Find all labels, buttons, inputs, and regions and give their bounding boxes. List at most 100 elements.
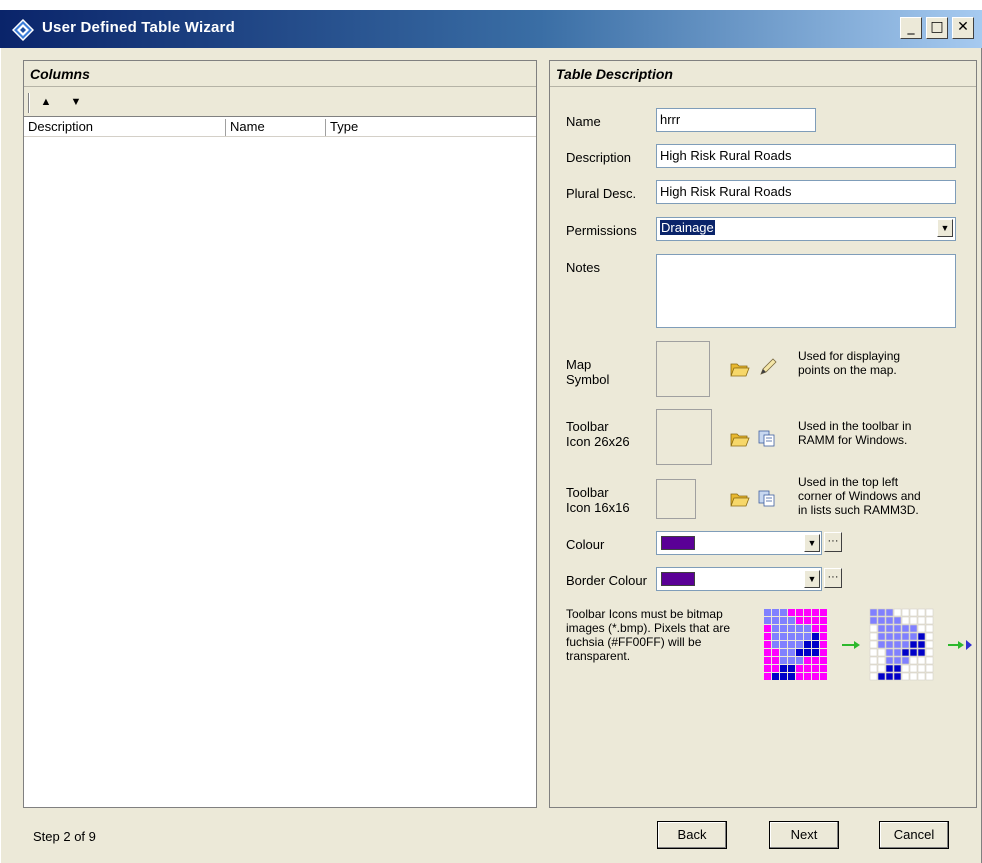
- close-button[interactable]: ✕: [952, 17, 974, 39]
- move-up-button[interactable]: ▲: [38, 94, 54, 110]
- bitmap-pixel: [780, 633, 787, 640]
- bitmap-pixel: [796, 673, 803, 680]
- columns-list[interactable]: [24, 138, 536, 807]
- paste-icon[interactable]: [758, 429, 776, 447]
- icon16-preview[interactable]: [656, 479, 696, 519]
- bitmap-pixel: [804, 633, 811, 640]
- icon16-hint-line3: in lists such RAMM3D.: [798, 503, 919, 517]
- permissions-dropdown-button[interactable]: ▼: [937, 219, 953, 237]
- bitmap-pixel: [812, 617, 819, 624]
- bitmap-pixel: [796, 625, 803, 632]
- paste-icon[interactable]: [758, 489, 776, 507]
- bitmap-pixel: [820, 641, 827, 648]
- name-label: Name: [566, 114, 601, 129]
- bitmap-pixel: [909, 672, 918, 681]
- bitmap-pixel: [909, 648, 918, 657]
- bitmap-pixel: [893, 664, 902, 673]
- bitmap-pixel: [877, 616, 886, 625]
- bitmap-info-line1: Toolbar Icons must be bitmap: [566, 607, 723, 621]
- bitmap-pixel: [764, 673, 771, 680]
- colour-dropdown-button[interactable]: ▼: [804, 534, 820, 552]
- transparency-example-diagram: [764, 608, 972, 681]
- plural-desc-input[interactable]: High Risk Rural Roads: [656, 180, 956, 204]
- bitmap-pixel: [869, 656, 878, 665]
- wizard-body: Columns ▲ ▼ Description Name Type Table …: [0, 48, 982, 863]
- permissions-select[interactable]: Drainage: [656, 217, 956, 241]
- columns-toolbar: ▲ ▼: [24, 87, 536, 117]
- back-button[interactable]: Back: [657, 821, 727, 849]
- notes-input[interactable]: [656, 254, 956, 328]
- bitmap-pixel: [772, 617, 779, 624]
- next-button-label: Next: [790, 827, 818, 842]
- minimize-button[interactable]: _: [900, 17, 922, 39]
- description-label: Description: [566, 150, 632, 165]
- permissions-label: Permissions: [566, 223, 637, 238]
- border-colour-dropdown-button[interactable]: ▼: [804, 570, 820, 588]
- map-symbol-hint: Used for displaying points on the map.: [798, 349, 900, 377]
- bitmap-pixel: [772, 649, 779, 656]
- toolbar-grip: [28, 93, 30, 113]
- cancel-button[interactable]: Cancel: [879, 821, 949, 849]
- open-folder-icon[interactable]: [730, 361, 750, 377]
- column-header-description[interactable]: Description: [24, 119, 226, 136]
- name-input[interactable]: hrrr: [656, 108, 816, 132]
- bitmap-pixel: [877, 648, 886, 657]
- maximize-button[interactable]: □: [926, 17, 948, 39]
- bitmap-pixel: [764, 649, 771, 656]
- bitmap-pixel: [804, 649, 811, 656]
- map-symbol-label-line1: Map: [566, 357, 592, 372]
- permissions-selected-value: Drainage: [660, 220, 715, 235]
- icon26-preview[interactable]: [656, 409, 712, 465]
- bitmap-pixel: [772, 657, 779, 664]
- bitmap-pixel: [901, 664, 910, 673]
- column-header-name[interactable]: Name: [226, 119, 326, 136]
- bitmap-pixel: [869, 624, 878, 633]
- open-folder-icon[interactable]: [730, 491, 750, 507]
- colour-more-button[interactable]: ···: [824, 532, 842, 552]
- plural-desc-label: Plural Desc.: [566, 186, 637, 201]
- bitmap-pixel: [812, 633, 819, 640]
- bitmap-pixel: [917, 648, 926, 657]
- bitmap-pixel: [877, 672, 886, 681]
- next-button[interactable]: Next: [769, 821, 839, 849]
- green-arrow-icon: [948, 641, 964, 649]
- bitmap-pixel: [780, 657, 787, 664]
- columns-panel-title: Columns: [24, 61, 536, 87]
- column-header-type[interactable]: Type: [326, 119, 538, 136]
- bitmap-pixel: [909, 608, 918, 617]
- bitmap-pixel: [780, 625, 787, 632]
- border-colour-picker[interactable]: [656, 567, 822, 591]
- bitmap-pixel: [772, 665, 779, 672]
- bitmap-pixel: [917, 672, 926, 681]
- bitmap-pixel: [893, 640, 902, 649]
- bitmap-pixel: [885, 640, 894, 649]
- bitmap-pixel: [885, 608, 894, 617]
- bitmap-pixel: [901, 656, 910, 665]
- colour-picker[interactable]: [656, 531, 822, 555]
- move-down-button[interactable]: ▼: [68, 94, 84, 110]
- bitmap-pixel: [804, 657, 811, 664]
- app-icon: [12, 19, 34, 41]
- bitmap-pixel: [925, 672, 934, 681]
- bitmap-info-line3: fuchsia (#FF00FF) will be: [566, 635, 702, 649]
- bitmap-pixel: [788, 625, 795, 632]
- bitmap-pixel: [820, 633, 827, 640]
- bitmap-pixel: [804, 665, 811, 672]
- bitmap-pixel: [925, 648, 934, 657]
- map-symbol-preview[interactable]: [656, 341, 710, 397]
- border-colour-more-button[interactable]: ···: [824, 568, 842, 588]
- bitmap-pixel: [877, 640, 886, 649]
- bitmap-pixel: [764, 641, 771, 648]
- bitmap-pixel: [804, 673, 811, 680]
- description-input[interactable]: High Risk Rural Roads: [656, 144, 956, 168]
- pencil-icon[interactable]: [758, 357, 778, 377]
- bitmap-pixel: [893, 624, 902, 633]
- open-folder-icon[interactable]: [730, 431, 750, 447]
- blue-play-icon: [966, 640, 972, 650]
- bitmap-pixel: [788, 649, 795, 656]
- bitmap-pixel: [869, 672, 878, 681]
- bitmap-info-line2: images (*.bmp). Pixels that are: [566, 621, 731, 635]
- bitmap-pixel: [925, 632, 934, 641]
- icon26-hint-line2: RAMM for Windows.: [798, 433, 908, 447]
- bitmap-pixel: [925, 608, 934, 617]
